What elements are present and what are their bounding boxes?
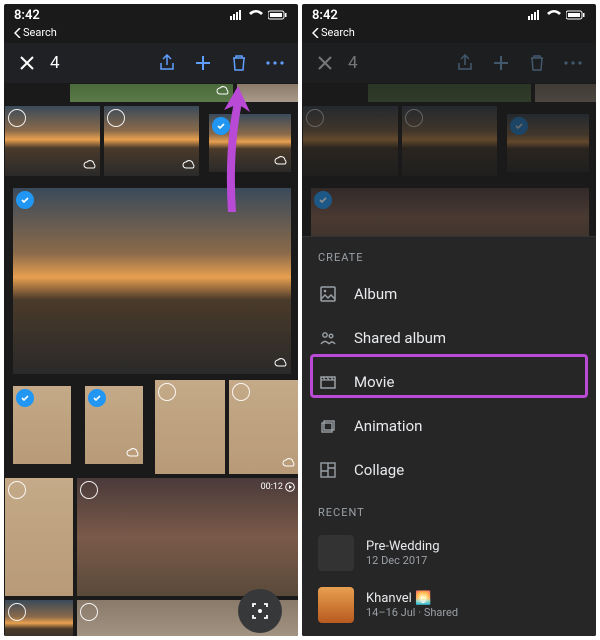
photo-thumb (302, 105, 399, 177)
recent-title: Khanvel 🌅 (366, 591, 458, 606)
select-circle-checked (314, 191, 332, 209)
plus-icon[interactable] (190, 50, 216, 76)
more-icon[interactable] (262, 50, 288, 76)
menu-label: Album (354, 285, 397, 303)
cloud-icon (126, 442, 140, 461)
back-to-search[interactable]: Search (302, 26, 596, 43)
status-time: 8:42 (312, 8, 338, 23)
photo-thumb[interactable] (236, 83, 298, 103)
select-circle[interactable] (80, 481, 98, 499)
recent-title: Pre-Wedding (366, 539, 440, 554)
share-icon[interactable] (452, 50, 478, 76)
select-circle-checked[interactable] (212, 117, 230, 135)
movie-icon (318, 372, 338, 392)
photo-thumb[interactable] (4, 599, 74, 636)
select-circle[interactable] (8, 481, 26, 499)
photo-thumb[interactable] (208, 113, 292, 173)
select-circle-checked[interactable] (16, 389, 34, 407)
select-circle-checked[interactable] (88, 389, 106, 407)
select-circle[interactable] (8, 109, 26, 127)
menu-label: Animation (354, 417, 422, 435)
select-circle-checked[interactable] (16, 191, 34, 209)
status-time: 8:42 (14, 8, 40, 23)
back-to-search[interactable]: Search (4, 26, 298, 43)
video-duration-badge: 00:12 (261, 482, 295, 492)
recent-subtitle: 12 Dec 2017 (366, 554, 440, 567)
select-circle[interactable] (158, 383, 176, 401)
album-icon (318, 284, 338, 304)
menu-label: Movie (354, 373, 394, 391)
status-bar: 8:42 (302, 4, 596, 26)
cloud-icon (274, 150, 288, 169)
menu-label: Collage (354, 461, 404, 479)
select-circle[interactable] (8, 603, 26, 621)
photo-thumb[interactable] (228, 379, 298, 475)
sun-emoji: 🌅 (415, 591, 431, 606)
photo-thumb[interactable] (154, 379, 226, 475)
plus-icon[interactable] (488, 50, 514, 76)
select-circle[interactable] (232, 383, 250, 401)
create-sheet: CREATE Album Shared album Movie Animatio… (302, 236, 596, 636)
close-icon[interactable] (14, 50, 40, 76)
scan-fab[interactable] (238, 589, 282, 633)
menu-label: Shared album (354, 329, 446, 347)
select-circle[interactable] (107, 109, 125, 127)
create-shared-album[interactable]: Shared album (302, 316, 596, 360)
photo-thumb (506, 113, 590, 173)
photo-thumb (534, 83, 596, 103)
recent-album-item[interactable]: Pre-Wedding 12 Dec 2017 (302, 527, 596, 579)
create-movie[interactable]: Movie (302, 360, 596, 404)
shared-album-icon (318, 328, 338, 348)
status-right (528, 10, 586, 20)
recent-header: RECENT (302, 492, 596, 527)
photo-thumb[interactable] (103, 105, 200, 177)
trash-icon[interactable] (226, 50, 252, 76)
select-circle (405, 109, 423, 127)
selection-toolbar: 4 (302, 43, 596, 83)
photo-grid[interactable]: 00:12 (4, 83, 298, 636)
collage-icon (318, 460, 338, 480)
cloud-icon (274, 352, 288, 371)
photo-thumb[interactable] (4, 477, 74, 597)
video-thumb[interactable]: 00:12 (76, 477, 298, 597)
select-circle (306, 109, 324, 127)
photo-thumb[interactable] (4, 105, 101, 177)
create-collage[interactable]: Collage (302, 448, 596, 492)
status-right (230, 10, 288, 20)
photo-thumb[interactable] (12, 385, 72, 465)
recent-subtitle: 14–16 Jul · Shared (366, 606, 458, 619)
create-album[interactable]: Album (302, 272, 596, 316)
recent-album-item[interactable]: Marriage Videos (302, 631, 596, 636)
status-bar: 8:42 (4, 4, 298, 26)
cloud-icon (282, 452, 296, 471)
selection-toolbar: 4 (4, 43, 298, 83)
animation-icon (318, 416, 338, 436)
left-screenshot: 8:42 Search 4 (4, 4, 298, 636)
share-icon[interactable] (154, 50, 180, 76)
photo-thumb (367, 83, 532, 103)
selection-count: 4 (50, 53, 60, 73)
photo-thumb[interactable] (84, 385, 144, 465)
recent-thumb (318, 587, 354, 623)
more-icon[interactable] (560, 50, 586, 76)
select-circle-checked (510, 117, 528, 135)
cloud-icon (216, 83, 230, 99)
cloud-icon (182, 154, 196, 173)
recent-thumb (318, 535, 354, 571)
photo-thumb[interactable] (69, 83, 234, 103)
recent-album-item[interactable]: Khanvel 🌅 14–16 Jul · Shared (302, 579, 596, 631)
create-animation[interactable]: Animation (302, 404, 596, 448)
right-screenshot: 8:42 Search 4 (302, 4, 596, 636)
create-header: CREATE (302, 237, 596, 272)
close-icon[interactable] (312, 50, 338, 76)
selection-count: 4 (348, 53, 358, 73)
photo-thumb (401, 105, 498, 177)
trash-icon[interactable] (524, 50, 550, 76)
photo-thumb[interactable] (12, 187, 292, 375)
cloud-icon (83, 154, 97, 173)
select-circle[interactable] (80, 603, 98, 621)
